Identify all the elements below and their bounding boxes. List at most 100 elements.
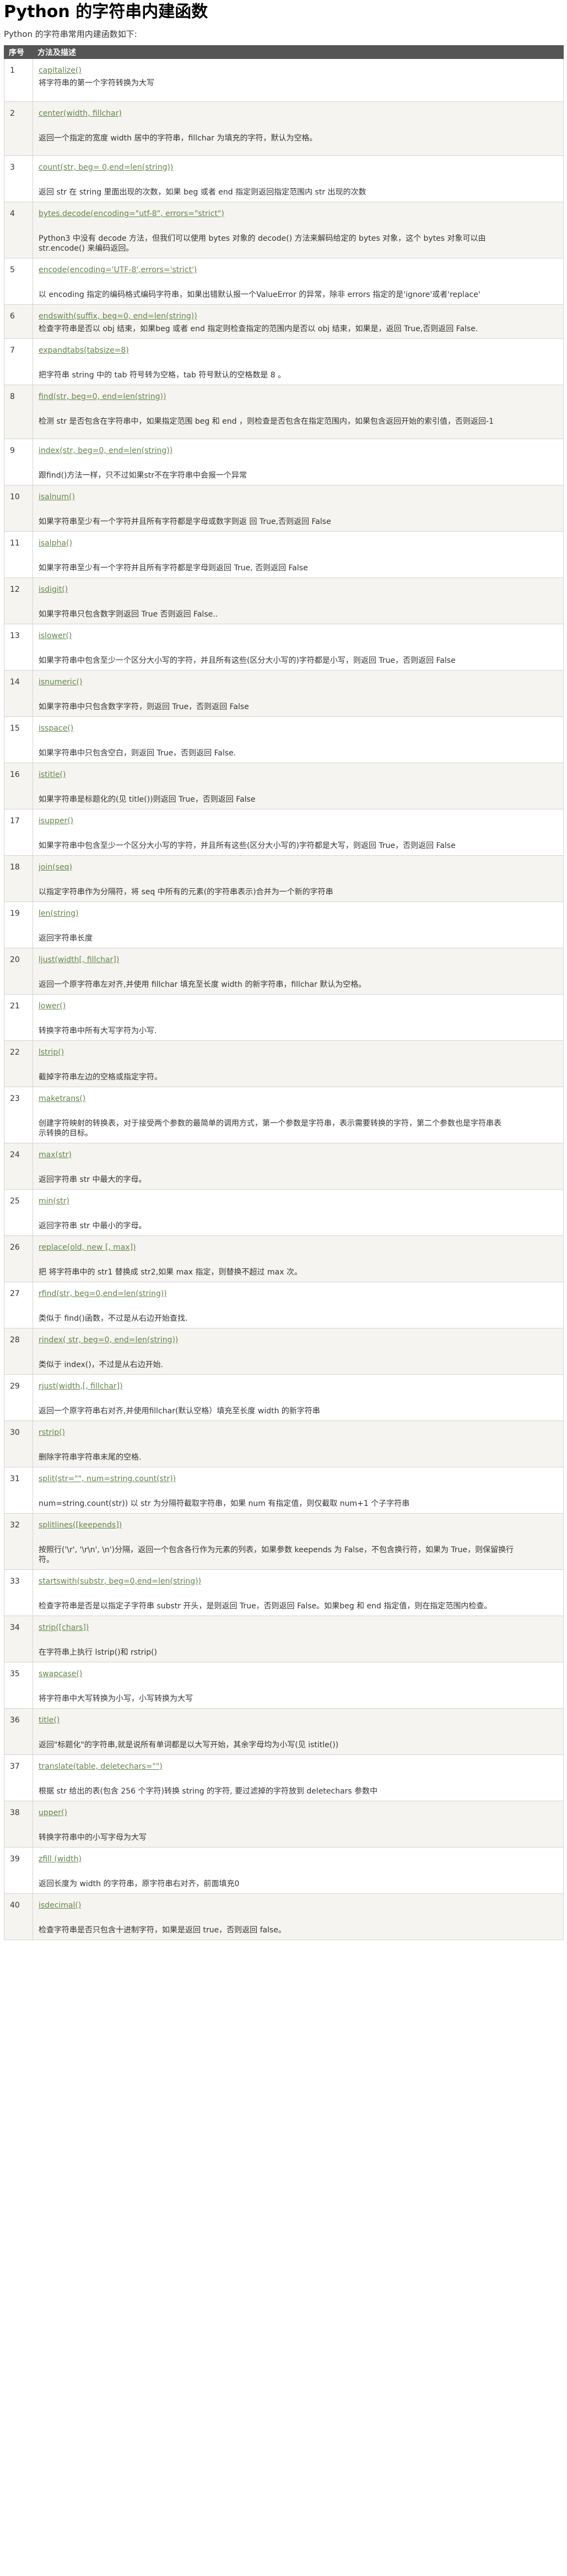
row-number: 8 (4, 385, 33, 439)
method-link[interactable]: maketrans() (39, 1094, 559, 1104)
method-link[interactable]: encode(encoding='UTF-8',errors='strict') (39, 265, 559, 275)
method-description: 类似于 index()，不过是从右边开始. (39, 1360, 164, 1369)
method-link[interactable]: isalpha() (39, 538, 559, 548)
method-link[interactable]: isspace() (39, 723, 559, 733)
table-row: 30 rstrip() 删除字符串字符串末尾的空格. (4, 1421, 564, 1467)
row-method-cell: find(str, beg=0, end=len(string)) 检测 str … (33, 385, 564, 439)
method-link[interactable]: startswith(substr, beg=0,end=len(string)… (39, 1576, 559, 1586)
table-row: 34 strip([chars]) 在字符串上执行 lstrip()和 rstrip… (4, 1616, 564, 1662)
method-link[interactable]: splitlines([keepends]) (39, 1520, 559, 1530)
table-row: 28 rindex( str, beg=0, end=len(string)) 类似… (4, 1328, 564, 1375)
method-link[interactable]: isnumeric() (39, 677, 559, 687)
method-description: 跟find()方法一样，只不过如果str不在字符串中会报一个异常 (39, 471, 247, 480)
method-description: 符。 (39, 1556, 54, 1564)
table-row: 26 replace(old, new [, max]) 把 将字符串中的 str1… (4, 1235, 564, 1282)
method-link[interactable]: join(seq) (39, 862, 559, 872)
table-row: 8 find(str, beg=0, end=len(string)) 检测 str… (4, 385, 564, 439)
method-link[interactable]: capitalize() (39, 66, 559, 75)
table-row: 11 isalpha() 如果字符串至少有一个字符并且所有字符都是字母则返回 Tru… (4, 531, 564, 578)
method-link[interactable]: ljust(width[, fillchar]) (39, 955, 559, 965)
header-method-description: 方法及描述 (33, 45, 564, 59)
method-description: 将字符串中大写转换为小写，小写转换为大写 (39, 1694, 193, 1703)
row-method-cell: swapcase() 将字符串中大写转换为小写，小写转换为大写 (33, 1662, 564, 1709)
method-description: 如果字符串中包含至少一个区分大小写的字符，并且所有这些(区分大小写的)字符都是小… (39, 656, 456, 665)
table-header-row: 序号 方法及描述 (4, 45, 564, 59)
method-link[interactable]: isupper() (39, 816, 559, 826)
method-link[interactable]: find(str, beg=0, end=len(string)) (39, 392, 559, 402)
row-method-cell: islower() 如果字符串中包含至少一个区分大小写的字符，并且所有这些(区分大… (33, 624, 564, 671)
method-link[interactable]: isdecimal() (39, 1900, 559, 1910)
row-method-cell: translate(table, deletechars="") 根据 str 给… (33, 1754, 564, 1801)
row-number: 7 (4, 338, 33, 385)
method-description: 如果字符串是标题化的(见 title())则返回 True，否则返回 False (39, 795, 256, 804)
table-row: 4 bytes.decode(encoding="utf-8", errors="… (4, 202, 564, 258)
row-method-cell: maketrans() 创建字符映射的转换表，对于接受两个参数的最简单的调用方式，… (33, 1087, 564, 1143)
row-method-cell: splitlines([keepends]) 按照行('\r', '\r\n', … (33, 1513, 564, 1570)
method-description: 如果字符串中只包含数字字符，则返回 True，否则返回 False (39, 703, 249, 711)
page: Python 的字符串内建函数 Python 的字符串常用内建函数如下: 序号 … (0, 0, 567, 1940)
method-link[interactable]: rjust(width,[, fillchar]) (39, 1381, 559, 1391)
method-link[interactable]: rstrip() (39, 1428, 559, 1438)
method-description: 如果字符串至少有一个字符并且所有字符都是字母则返回 True, 否则返回 Fal… (39, 564, 308, 573)
method-link[interactable]: len(string) (39, 909, 559, 919)
row-method-cell: isdigit() 如果字符串只包含数字则返回 True 否则返回 False.. (33, 577, 564, 624)
method-description: 返回一个原字符串左对齐,并使用 fillchar 填充至长度 width 的新字… (39, 980, 366, 989)
method-link[interactable]: max(str) (39, 1150, 559, 1160)
method-link[interactable]: lstrip() (39, 1047, 559, 1057)
method-description: 把 将字符串中的 str1 替换成 str2,如果 max 指定，则替换不超过 … (39, 1268, 302, 1277)
row-method-cell: index(str, beg=0, end=len(string)) 跟find(… (33, 439, 564, 485)
table-row: 27 rfind(str, beg=0,end=len(string)) 类似于 f… (4, 1282, 564, 1328)
row-method-cell: join(seq) 以指定字符串作为分隔符，将 seq 中所有的元素(的字符串表示… (33, 855, 564, 902)
row-number: 34 (4, 1616, 33, 1662)
method-link[interactable]: swapcase() (39, 1669, 559, 1679)
method-link[interactable]: isdigit() (39, 585, 559, 595)
method-link[interactable]: bytes.decode(encoding="utf-8", errors="s… (39, 209, 559, 219)
row-method-cell: title() 返回"标题化"的字符串,就是说所有单词都是以大写开始，其余字母均为… (33, 1708, 564, 1755)
method-description: 根据 str 给出的表(包含 256 个字符)转换 string 的字符, 要过… (39, 1787, 378, 1796)
method-link[interactable]: replace(old, new [, max]) (39, 1243, 559, 1252)
table-row: 24 max(str) 返回字符串 str 中最大的字母。 (4, 1143, 564, 1190)
row-method-cell: isalpha() 如果字符串至少有一个字符并且所有字符都是字母则返回 True,… (33, 531, 564, 578)
method-link[interactable]: rfind(str, beg=0,end=len(string)) (39, 1289, 559, 1299)
row-method-cell: isnumeric() 如果字符串中只包含数字字符，则返回 True，否则返回 F… (33, 670, 564, 717)
row-method-cell: lstrip() 截掉字符串左边的空格或指定字符。 (33, 1040, 564, 1087)
method-description: 检查字符串是否只包含十进制字符，如果是返回 true，否则返回 false。 (39, 1926, 286, 1935)
method-link[interactable]: translate(table, deletechars="") (39, 1762, 559, 1772)
method-link[interactable]: expandtabs(tabsize=8) (39, 345, 559, 355)
row-number: 38 (4, 1801, 33, 1848)
row-method-cell: lower() 转换字符串中所有大写字符为小写. (33, 994, 564, 1041)
row-number: 24 (4, 1143, 33, 1190)
method-link[interactable]: strip([chars]) (39, 1623, 559, 1633)
method-link[interactable]: upper() (39, 1808, 559, 1818)
method-link[interactable]: isalnum() (39, 492, 559, 502)
table-row: 18 join(seq) 以指定字符串作为分隔符，将 seq 中所有的元素(的字符串… (4, 855, 564, 902)
method-description: 如果字符串至少有一个字符并且所有字符都是字母或数字则返 回 True,否则返回 … (39, 517, 331, 526)
method-link[interactable]: rindex( str, beg=0, end=len(string)) (39, 1335, 559, 1345)
row-number: 9 (4, 439, 33, 485)
row-method-cell: expandtabs(tabsize=8) 把字符串 string 中的 tab … (33, 338, 564, 385)
table-row: 3 count(str, beg= 0,end=len(string)) 返回 st… (4, 155, 564, 202)
method-link[interactable]: islower() (39, 631, 559, 641)
method-link[interactable]: index(str, beg=0, end=len(string)) (39, 446, 559, 456)
row-number: 26 (4, 1235, 33, 1282)
method-link[interactable]: endswith(suffix, beg=0, end=len(string)) (39, 311, 559, 321)
method-link[interactable]: count(str, beg= 0,end=len(string)) (39, 163, 559, 172)
method-link[interactable]: center(width, fillchar) (39, 109, 559, 118)
method-link[interactable]: title() (39, 1715, 559, 1725)
table-row: 14 isnumeric() 如果字符串中只包含数字字符，则返回 True，否则返回… (4, 670, 564, 717)
row-method-cell: min(str) 返回字符串 str 中最小的字母。 (33, 1189, 564, 1236)
row-number: 40 (4, 1893, 33, 1940)
table-row: 25 min(str) 返回字符串 str 中最小的字母。 (4, 1189, 564, 1236)
table-row: 40 isdecimal() 检查字符串是否只包含十进制字符，如果是返回 true，… (4, 1893, 564, 1940)
row-number: 12 (4, 577, 33, 624)
method-link[interactable]: split(str="", num=string.count(str)) (39, 1474, 559, 1484)
row-method-cell: startswith(substr, beg=0,end=len(string)… (33, 1569, 564, 1616)
row-number: 19 (4, 901, 33, 948)
methods-table: 序号 方法及描述 1 capitalize() 将字符串的第一个字符转换为大写 2 ce… (4, 45, 564, 1940)
method-link[interactable]: lower() (39, 1001, 559, 1011)
method-link[interactable]: min(str) (39, 1196, 559, 1206)
row-method-cell: endswith(suffix, beg=0, end=len(string))… (33, 304, 564, 339)
method-link[interactable]: istitle() (39, 770, 559, 780)
method-description: 返回字符串 str 中最小的字母。 (39, 1222, 147, 1230)
method-link[interactable]: zfill (width) (39, 1854, 559, 1864)
